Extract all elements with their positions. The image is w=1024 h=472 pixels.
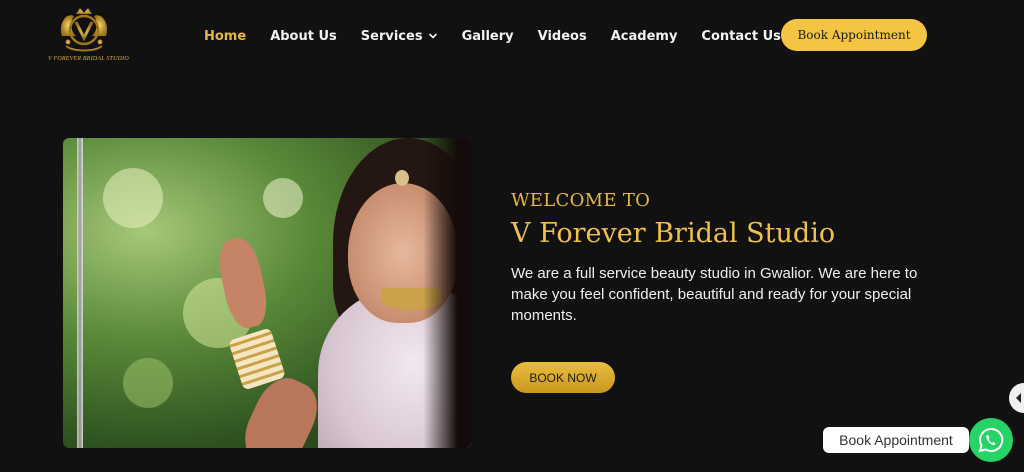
hero-image (63, 138, 472, 448)
whatsapp-button[interactable] (969, 418, 1013, 462)
book-now-button[interactable]: BOOK NOW (511, 362, 615, 393)
crest-icon (60, 8, 108, 52)
nav-videos[interactable]: Videos (538, 29, 587, 44)
book-appointment-button[interactable]: Book Appointment (781, 19, 927, 51)
bokeh-light (263, 178, 303, 218)
image-shadow (423, 138, 472, 448)
hero-text: WELCOME TO V Forever Bridal Studio We ar… (511, 190, 931, 326)
side-panel-toggle[interactable] (1009, 383, 1024, 413)
whatsapp-label[interactable]: Book Appointment (823, 427, 969, 453)
main-nav: Home About Us Services Gallery Videos Ac… (204, 24, 805, 48)
logo-text: V FOREVER BRIDAL STUDIO (48, 56, 129, 62)
studio-title: V Forever Bridal Studio (511, 218, 836, 249)
nav-contact-us[interactable]: Contact Us (701, 29, 780, 44)
chevron-left-icon (1016, 393, 1021, 403)
nav-gallery[interactable]: Gallery (462, 29, 514, 44)
nav-services[interactable]: Services (361, 29, 438, 44)
bokeh-light (123, 358, 173, 408)
maang-tikka (395, 170, 409, 186)
nav-home[interactable]: Home (204, 29, 246, 44)
nav-academy[interactable]: Academy (611, 29, 678, 44)
logo[interactable]: V FOREVER BRIDAL STUDIO (48, 6, 129, 66)
bokeh-light (103, 168, 163, 228)
nav-about-us[interactable]: About Us (270, 29, 337, 44)
chevron-down-icon (428, 33, 437, 39)
window-frame (77, 138, 83, 448)
hero-description: We are a full service beauty studio in G… (511, 265, 918, 324)
welcome-heading: WELCOME TO (511, 190, 651, 211)
whatsapp-icon (978, 427, 1004, 453)
nav-services-label: Services (360, 28, 423, 44)
site-header: V FOREVER BRIDAL STUDIO Home About Us Se… (0, 0, 1024, 72)
